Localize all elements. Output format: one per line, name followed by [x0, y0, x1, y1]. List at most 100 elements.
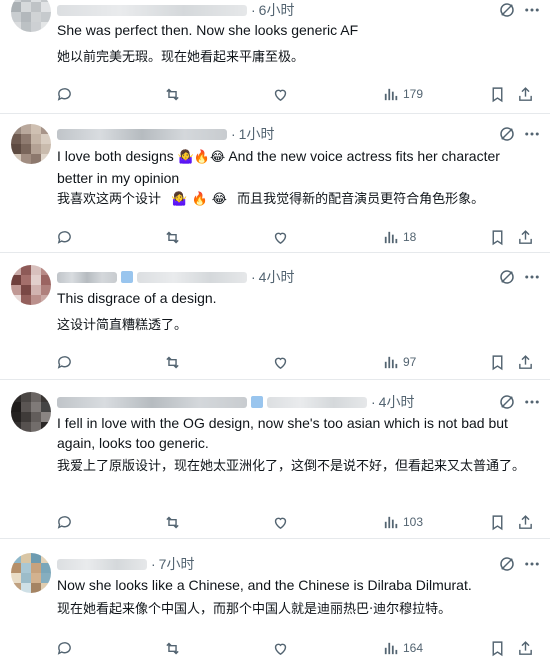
share-button[interactable] — [517, 637, 534, 659]
views-count: 179 — [403, 87, 424, 101]
grok-icon[interactable] — [498, 393, 516, 411]
views-count: 18 — [403, 230, 417, 244]
share-icon — [519, 229, 532, 244]
reply-button[interactable] — [56, 351, 73, 373]
heart-icon — [274, 89, 287, 101]
heart-icon — [274, 232, 287, 244]
share-icon — [519, 354, 532, 369]
bookmark-icon — [492, 640, 503, 656]
like-button[interactable] — [272, 351, 289, 373]
tweet[interactable]: · 7小时 Now she looks like a Chinese, and … — [0, 539, 550, 667]
avatar[interactable] — [11, 553, 51, 593]
like-button[interactable] — [272, 83, 289, 105]
more-icon[interactable] — [523, 393, 541, 411]
timestamp[interactable]: 1小时 — [239, 124, 275, 144]
reply-button[interactable] — [56, 83, 73, 105]
more-icon[interactable] — [523, 268, 541, 286]
more-icon[interactable] — [523, 125, 541, 143]
avatar[interactable] — [11, 0, 51, 32]
share-icon — [519, 640, 532, 655]
repost-icon — [166, 642, 179, 654]
grok-icon[interactable] — [498, 268, 516, 286]
bookmark-icon — [492, 86, 503, 102]
grok-icon[interactable] — [498, 125, 516, 143]
bookmark-button[interactable] — [489, 226, 506, 248]
more-icon[interactable] — [523, 555, 541, 573]
like-button[interactable] — [272, 637, 289, 659]
blurred-username[interactable] — [57, 128, 227, 140]
action-bar: 179 — [0, 83, 550, 105]
reply-button[interactable] — [56, 511, 73, 533]
tweet-text: I love both designs 🤷‍♀️🔥😂 And the new v… — [57, 148, 500, 186]
bookmark-button[interactable] — [489, 351, 506, 373]
timestamp[interactable]: 7小时 — [159, 554, 195, 574]
tweet[interactable]: · 6小时 She was perfect then. Now she look… — [0, 0, 550, 114]
bookmark-button[interactable] — [489, 83, 506, 105]
blurred-handle — [267, 396, 367, 408]
tweet[interactable]: · 1小时 I love both designs 🤷‍♀️🔥😂 And the… — [0, 114, 550, 253]
reply-icon — [57, 87, 71, 101]
share-button[interactable] — [517, 226, 534, 248]
tweet-header: · 1小时 — [57, 124, 274, 144]
tweet-header: · 7小时 — [57, 554, 194, 574]
blurred-username[interactable] — [57, 396, 247, 408]
timestamp[interactable]: 4小时 — [259, 267, 295, 287]
action-bar: 97 — [0, 351, 550, 373]
avatar[interactable] — [11, 392, 51, 432]
repost-button[interactable] — [164, 511, 181, 533]
bookmark-button[interactable] — [489, 511, 506, 533]
views-button[interactable]: 164 — [382, 637, 423, 659]
grok-icon[interactable] — [498, 1, 516, 19]
blurred-username[interactable] — [57, 4, 247, 16]
views-count: 164 — [403, 641, 424, 655]
views-icon — [384, 356, 398, 368]
action-bar: 103 — [0, 511, 550, 533]
views-button[interactable]: 103 — [382, 511, 423, 533]
action-bar: 164 — [0, 637, 550, 659]
emoji: 🤷‍♀️ 🔥 😂 — [171, 192, 227, 207]
views-count: 103 — [403, 515, 424, 529]
grok-icon[interactable] — [498, 555, 516, 573]
repost-button[interactable] — [164, 351, 181, 373]
avatar[interactable] — [11, 265, 51, 305]
like-button[interactable] — [272, 511, 289, 533]
reply-button[interactable] — [56, 637, 73, 659]
timestamp[interactable]: 6小时 — [259, 0, 295, 20]
repost-button[interactable] — [164, 226, 181, 248]
repost-icon — [166, 231, 179, 243]
timestamp[interactable]: 4小时 — [379, 392, 415, 412]
tweet-translation: 这设计简直糟糕透了。 — [57, 318, 188, 333]
bookmark-button[interactable] — [489, 637, 506, 659]
views-count: 97 — [403, 355, 417, 369]
blurred-username[interactable] — [57, 271, 117, 283]
share-button[interactable] — [517, 83, 534, 105]
avatar[interactable] — [11, 124, 51, 164]
share-button[interactable] — [517, 511, 534, 533]
views-button[interactable]: 179 — [382, 83, 423, 105]
reply-icon — [57, 355, 71, 369]
tweet-text: This disgrace of a design. — [57, 290, 217, 306]
blurred-username[interactable] — [57, 558, 147, 570]
views-icon — [384, 231, 398, 243]
repost-button[interactable] — [164, 83, 181, 105]
share-icon — [519, 86, 532, 101]
repost-icon — [166, 516, 179, 528]
views-button[interactable]: 18 — [382, 226, 416, 248]
more-icon[interactable] — [523, 1, 541, 19]
tweet[interactable]: · 4小时 I fell in love with the OG design,… — [0, 380, 550, 539]
share-button[interactable] — [517, 351, 534, 373]
bookmark-icon — [492, 514, 503, 530]
tweet[interactable]: · 4小时 This disgrace of a design. 这设计简直糟糕… — [0, 253, 550, 380]
blurred-handle — [137, 271, 247, 283]
reply-icon — [57, 230, 71, 244]
repost-icon — [166, 356, 179, 368]
views-button[interactable]: 97 — [382, 351, 416, 373]
heart-icon — [274, 643, 287, 655]
tweet-translation: 我爱上了原版设计，现在她太亚洲化了，这倒不是说不好，但看起来又太普通了。 — [57, 459, 526, 474]
reply-button[interactable] — [56, 226, 73, 248]
repost-button[interactable] — [164, 637, 181, 659]
tweet-translation: 现在她看起来像个中国人，而那个中国人就是迪丽热巴·迪尔穆拉特。 — [57, 602, 452, 617]
reply-icon — [57, 515, 71, 529]
like-button[interactable] — [272, 226, 289, 248]
reply-icon — [57, 641, 71, 655]
